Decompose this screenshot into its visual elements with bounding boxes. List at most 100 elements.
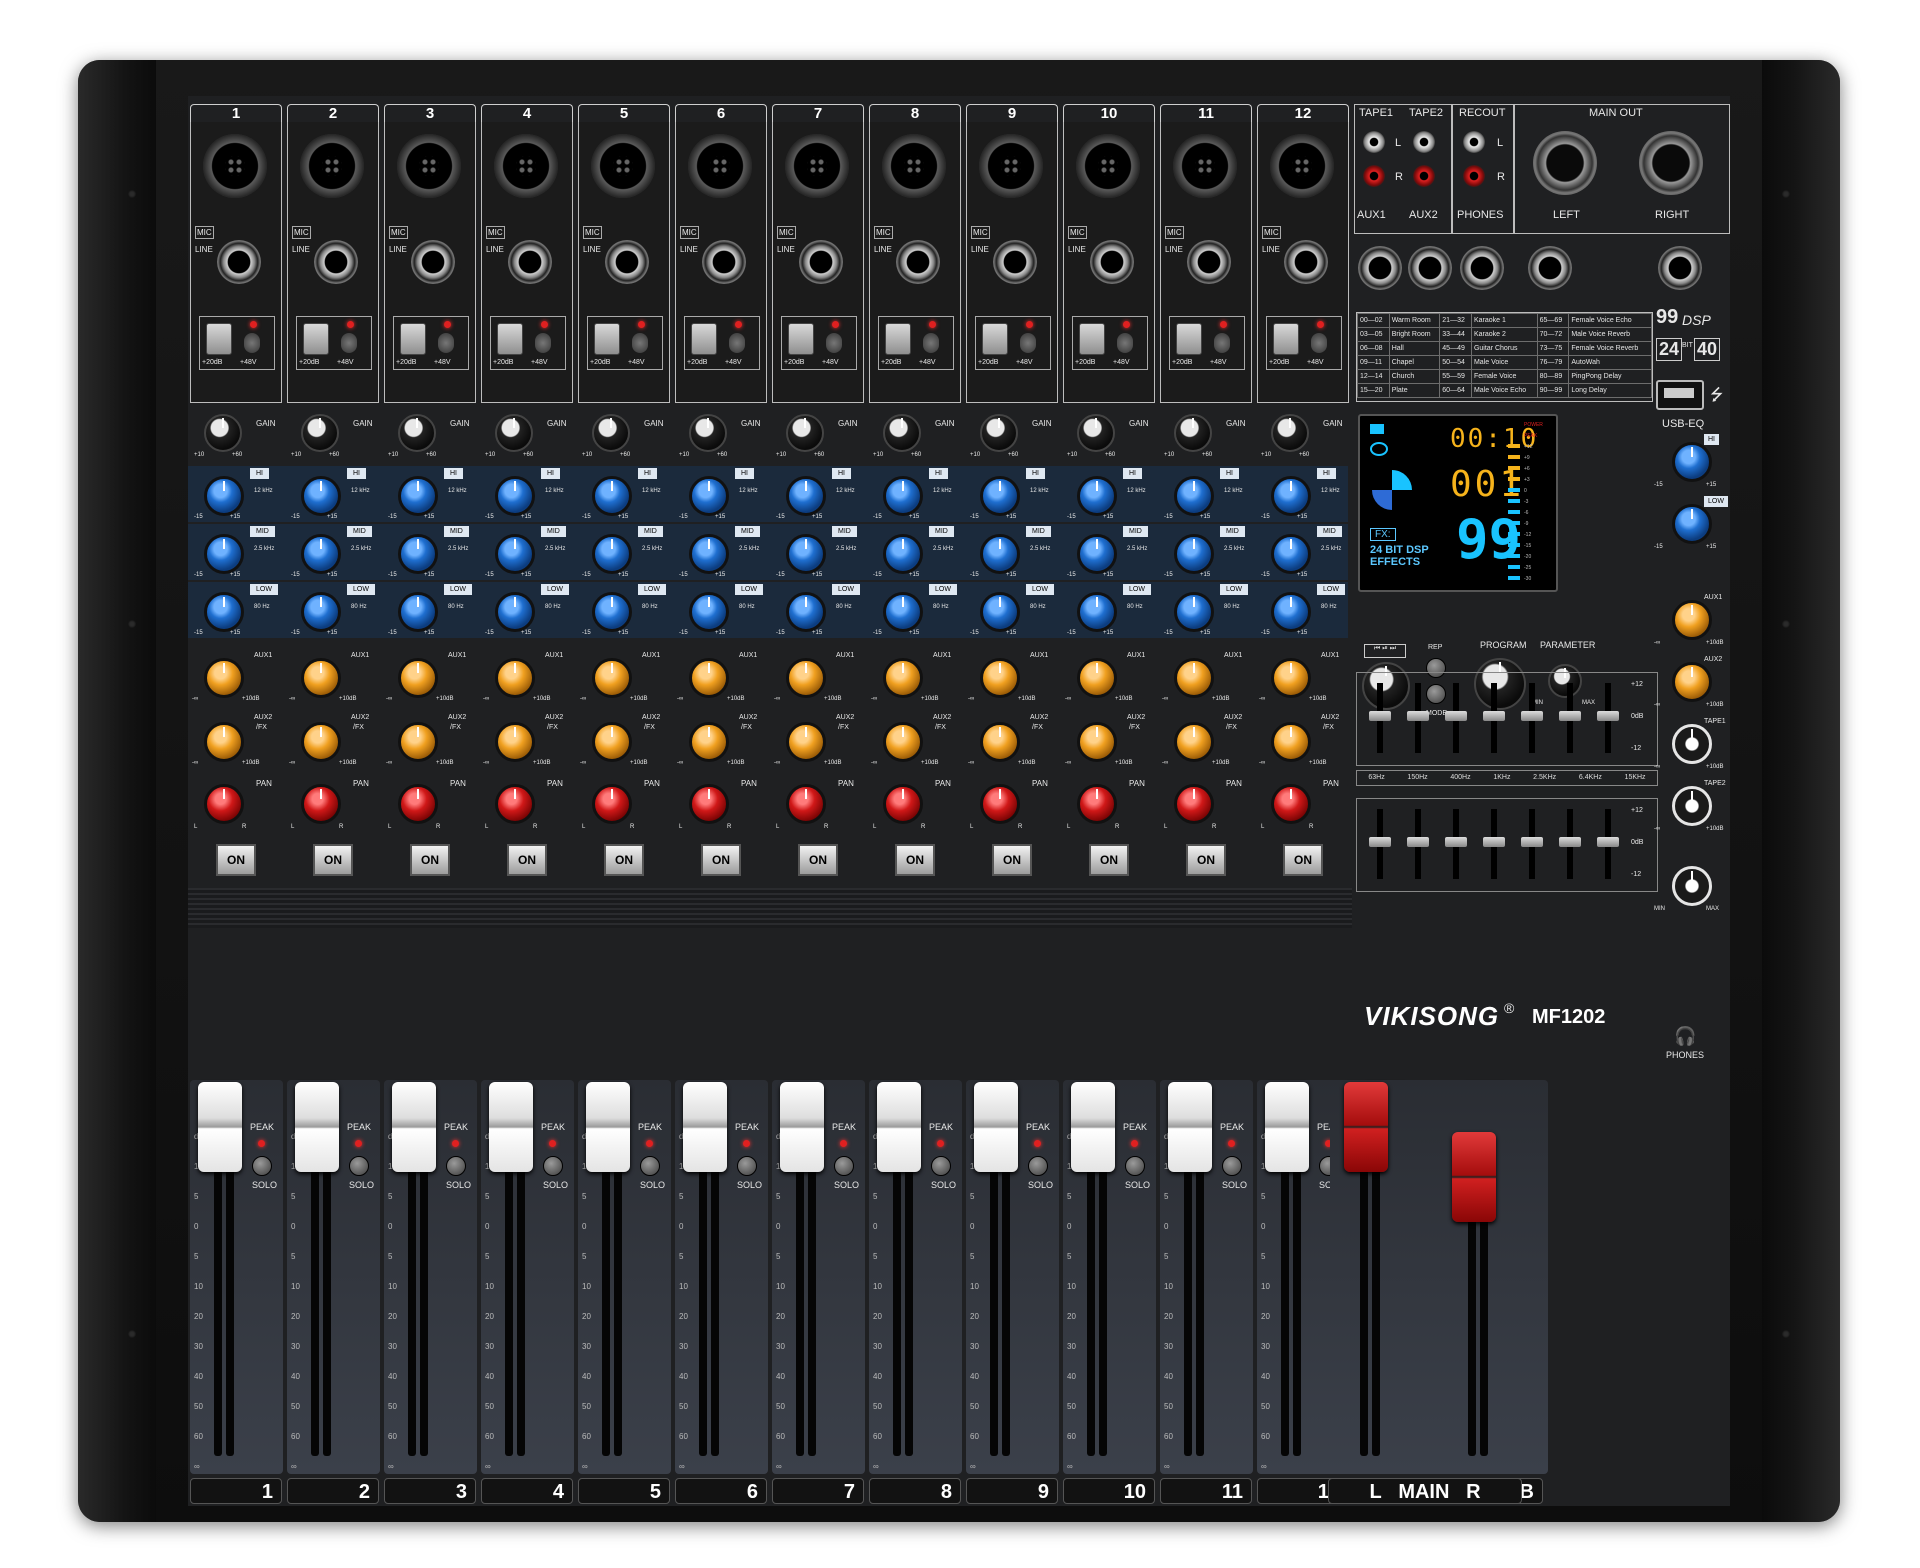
low-eq-knob[interactable] xyxy=(689,592,729,632)
aux2-fx-knob[interactable] xyxy=(495,722,535,762)
mid-eq-knob[interactable] xyxy=(980,534,1020,574)
aux2-fx-knob[interactable] xyxy=(592,722,632,762)
pan-knob[interactable] xyxy=(1271,784,1311,824)
phantom-switch[interactable] xyxy=(1214,333,1230,353)
solo-button[interactable] xyxy=(931,1156,951,1176)
pan-knob[interactable] xyxy=(1077,784,1117,824)
pad-switch[interactable] xyxy=(497,323,523,355)
pad-switch[interactable] xyxy=(594,323,620,355)
tape2-r-jack[interactable] xyxy=(1413,165,1435,187)
mic-xlr-input[interactable] xyxy=(494,134,558,198)
mic-xlr-input[interactable] xyxy=(1173,134,1237,198)
geq-slider-cap[interactable] xyxy=(1369,837,1391,847)
fader-cap[interactable] xyxy=(392,1082,436,1172)
fader-cap[interactable] xyxy=(877,1082,921,1172)
low-eq-knob[interactable] xyxy=(592,592,632,632)
aux1-knob[interactable] xyxy=(1271,658,1311,698)
solo-button[interactable] xyxy=(834,1156,854,1176)
aux2-fx-knob[interactable] xyxy=(398,722,438,762)
aux1-knob[interactable] xyxy=(786,658,826,698)
master-knob[interactable] xyxy=(1672,786,1712,826)
fader-cap[interactable] xyxy=(295,1082,339,1172)
channel-on-button[interactable]: ON xyxy=(604,844,644,876)
channel-on-button[interactable]: ON xyxy=(701,844,741,876)
mic-xlr-input[interactable] xyxy=(203,134,267,198)
main-out-right-xlr[interactable] xyxy=(1639,131,1703,195)
low-eq-knob[interactable] xyxy=(398,592,438,632)
line-jack-input[interactable] xyxy=(993,240,1037,284)
geq-slider-cap[interactable] xyxy=(1559,711,1581,721)
phantom-switch[interactable] xyxy=(826,333,842,353)
aux1-knob[interactable] xyxy=(1174,658,1214,698)
solo-button[interactable] xyxy=(252,1156,272,1176)
channel-on-button[interactable]: ON xyxy=(1089,844,1129,876)
aux2-send-jack[interactable] xyxy=(1408,246,1452,290)
line-jack-input[interactable] xyxy=(799,240,843,284)
channel-on-button[interactable]: ON xyxy=(410,844,450,876)
main-left-fader-cap[interactable] xyxy=(1344,1082,1388,1172)
gain-knob[interactable] xyxy=(1077,414,1115,452)
low-eq-knob[interactable] xyxy=(1077,592,1117,632)
pad-switch[interactable] xyxy=(691,323,717,355)
aux1-knob[interactable] xyxy=(204,658,244,698)
hi-eq-knob[interactable] xyxy=(592,476,632,516)
line-jack-input[interactable] xyxy=(605,240,649,284)
mid-eq-knob[interactable] xyxy=(592,534,632,574)
phantom-switch[interactable] xyxy=(244,333,260,353)
master-knob[interactable] xyxy=(1672,662,1712,702)
hi-eq-knob[interactable] xyxy=(1077,476,1117,516)
mic-xlr-input[interactable] xyxy=(1076,134,1140,198)
master-knob[interactable] xyxy=(1672,724,1712,764)
mid-eq-knob[interactable] xyxy=(204,534,244,574)
pan-knob[interactable] xyxy=(883,784,923,824)
tape1-r-jack[interactable] xyxy=(1363,165,1385,187)
channel-on-button[interactable]: ON xyxy=(216,844,256,876)
geq-slider-cap[interactable] xyxy=(1521,837,1543,847)
hi-eq-knob[interactable] xyxy=(786,476,826,516)
gain-knob[interactable] xyxy=(786,414,824,452)
pan-knob[interactable] xyxy=(689,784,729,824)
pad-switch[interactable] xyxy=(1079,323,1105,355)
geq-slider-cap[interactable] xyxy=(1369,711,1391,721)
solo-button[interactable] xyxy=(737,1156,757,1176)
geq-slider-cap[interactable] xyxy=(1407,711,1429,721)
phantom-switch[interactable] xyxy=(1117,333,1133,353)
master-knob[interactable] xyxy=(1672,600,1712,640)
pad-switch[interactable] xyxy=(788,323,814,355)
aux2-fx-knob[interactable] xyxy=(689,722,729,762)
aux1-knob[interactable] xyxy=(980,658,1020,698)
mid-eq-knob[interactable] xyxy=(786,534,826,574)
pad-switch[interactable] xyxy=(206,323,232,355)
gain-knob[interactable] xyxy=(301,414,339,452)
low-eq-knob[interactable] xyxy=(1271,592,1311,632)
phantom-switch[interactable] xyxy=(923,333,939,353)
aux2-fx-knob[interactable] xyxy=(786,722,826,762)
phantom-switch[interactable] xyxy=(1311,333,1327,353)
fader-cap[interactable] xyxy=(974,1082,1018,1172)
hi-eq-knob[interactable] xyxy=(1271,476,1311,516)
phantom-switch[interactable] xyxy=(341,333,357,353)
master-knob[interactable] xyxy=(1672,442,1712,482)
usb-port[interactable] xyxy=(1656,380,1704,410)
hi-eq-knob[interactable] xyxy=(689,476,729,516)
aux2-fx-knob[interactable] xyxy=(1174,722,1214,762)
low-eq-knob[interactable] xyxy=(883,592,923,632)
geq-slider-cap[interactable] xyxy=(1445,837,1467,847)
channel-on-button[interactable]: ON xyxy=(798,844,838,876)
geq-slider-cap[interactable] xyxy=(1407,837,1429,847)
geq-slider-cap[interactable] xyxy=(1483,711,1505,721)
pan-knob[interactable] xyxy=(786,784,826,824)
hi-eq-knob[interactable] xyxy=(301,476,341,516)
pad-switch[interactable] xyxy=(1176,323,1202,355)
mid-eq-knob[interactable] xyxy=(301,534,341,574)
gain-knob[interactable] xyxy=(398,414,436,452)
gain-knob[interactable] xyxy=(592,414,630,452)
hi-eq-knob[interactable] xyxy=(1174,476,1214,516)
pan-knob[interactable] xyxy=(204,784,244,824)
pad-switch[interactable] xyxy=(885,323,911,355)
mic-xlr-input[interactable] xyxy=(591,134,655,198)
channel-on-button[interactable]: ON xyxy=(1283,844,1323,876)
solo-button[interactable] xyxy=(1222,1156,1242,1176)
geq-slider-cap[interactable] xyxy=(1445,711,1467,721)
aux1-knob[interactable] xyxy=(1077,658,1117,698)
